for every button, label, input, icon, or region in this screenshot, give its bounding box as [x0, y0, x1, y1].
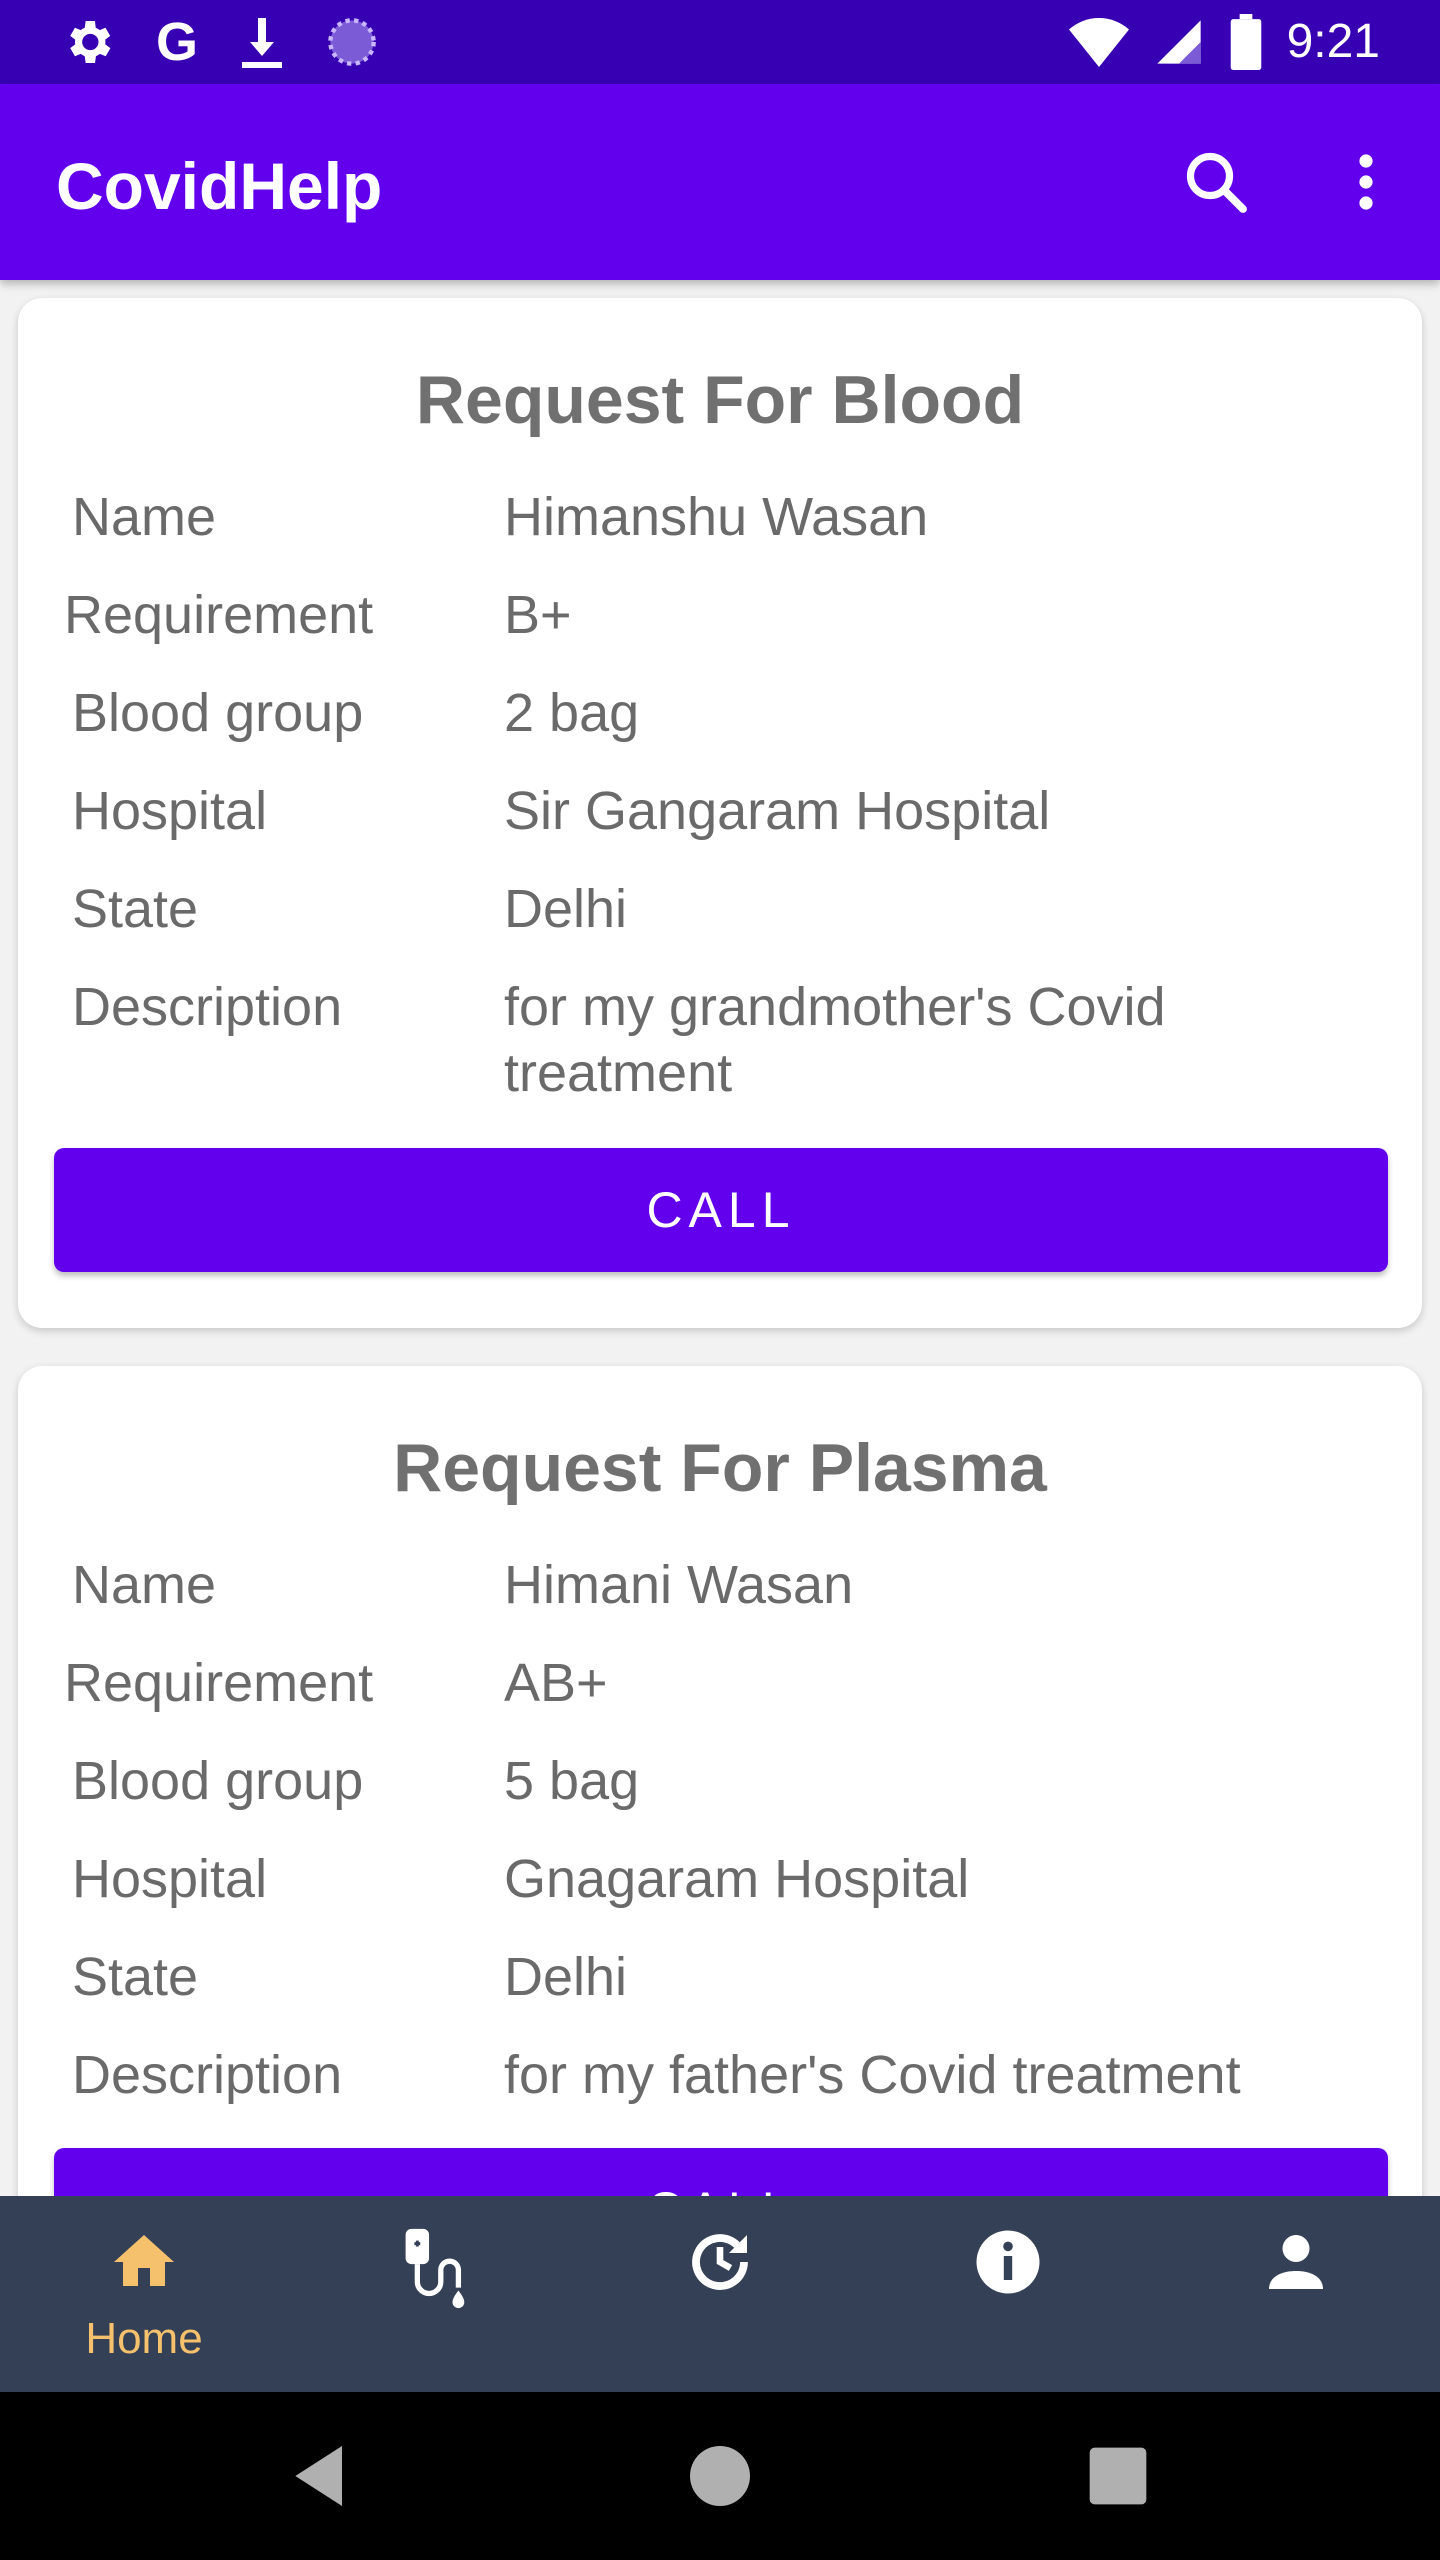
state-label: State	[72, 879, 199, 939]
home-icon	[114, 2235, 174, 2286]
nav-item-profile[interactable]	[1152, 2196, 1440, 2392]
description-value: for my father's Covid treatment	[504, 2045, 1241, 2105]
name-value: Himani Wasan	[504, 1555, 854, 1615]
settings-icon	[70, 21, 111, 63]
description-label: Description	[72, 977, 343, 1037]
more-vert-icon[interactable]	[1330, 146, 1402, 218]
card-title: Request For Blood	[415, 362, 1025, 438]
name-label: Name	[72, 1555, 217, 1615]
nav-label-home: Home	[85, 2314, 203, 2363]
hospital-label: Hospital	[72, 781, 268, 841]
name-value: Himanshu Wasan	[504, 487, 929, 547]
description-label: Description	[72, 2045, 343, 2105]
nav-item-home[interactable]: Home	[0, 2196, 288, 2392]
requirement-value: B+	[504, 585, 572, 645]
state-value: Delhi	[504, 1947, 628, 2007]
nav-item-blood-request[interactable]	[288, 2196, 576, 2392]
home-circle-icon[interactable]	[680, 2436, 760, 2516]
google-icon: G	[156, 12, 199, 72]
system-navigation-bar	[0, 2392, 1440, 2560]
back-icon[interactable]	[282, 2436, 362, 2516]
blood-drip-icon	[405, 2228, 465, 2309]
blood-group-label: Blood group	[72, 1751, 364, 1811]
app-bar: CovidHelp	[0, 84, 1440, 280]
status-time: 9:21	[1286, 15, 1380, 68]
description-value: for my grandmother's Covid treatment	[504, 977, 1166, 1103]
wifi-icon	[1068, 18, 1129, 68]
recents-icon[interactable]	[1078, 2436, 1158, 2516]
request-card-blood: Request For Blood Name Himanshu Wasan Re…	[18, 298, 1422, 1328]
state-label: State	[72, 1947, 199, 2007]
hospital-value: Sir Gangaram Hospital	[504, 781, 1051, 841]
search-icon[interactable]	[1180, 146, 1252, 218]
history-icon	[692, 2234, 748, 2290]
status-bar: G 9:21	[0, 0, 1440, 84]
battery-icon	[1230, 14, 1261, 70]
blood-group-label: Blood group	[72, 683, 364, 743]
download-icon	[242, 18, 283, 68]
blood-group-value: 5 bag	[504, 1751, 640, 1811]
name-label: Name	[72, 487, 217, 547]
request-card-plasma: Request For Plasma Name Himani Wasan Req…	[18, 1366, 1422, 2272]
requirement-label: Requirement	[64, 1653, 374, 1713]
app-title: CovidHelp	[56, 149, 383, 223]
signal-icon	[1156, 20, 1201, 64]
sync-icon	[328, 18, 376, 66]
card-title: Request For Plasma	[393, 1430, 1047, 1506]
requirement-value: AB+	[504, 1653, 608, 1713]
state-value: Delhi	[504, 879, 628, 939]
nav-item-info[interactable]	[864, 2196, 1152, 2392]
blood-group-value: 2 bag	[504, 683, 640, 743]
call-button[interactable]: CALL	[54, 1148, 1388, 1272]
nav-item-history[interactable]	[576, 2196, 864, 2392]
hospital-label: Hospital	[72, 1849, 268, 1909]
info-icon	[976, 2230, 1040, 2294]
profile-icon	[1269, 2235, 1323, 2289]
hospital-value: Gnagaram Hospital	[504, 1849, 970, 1909]
bottom-navigation: Home	[0, 2196, 1440, 2392]
requirement-label: Requirement	[64, 585, 374, 645]
